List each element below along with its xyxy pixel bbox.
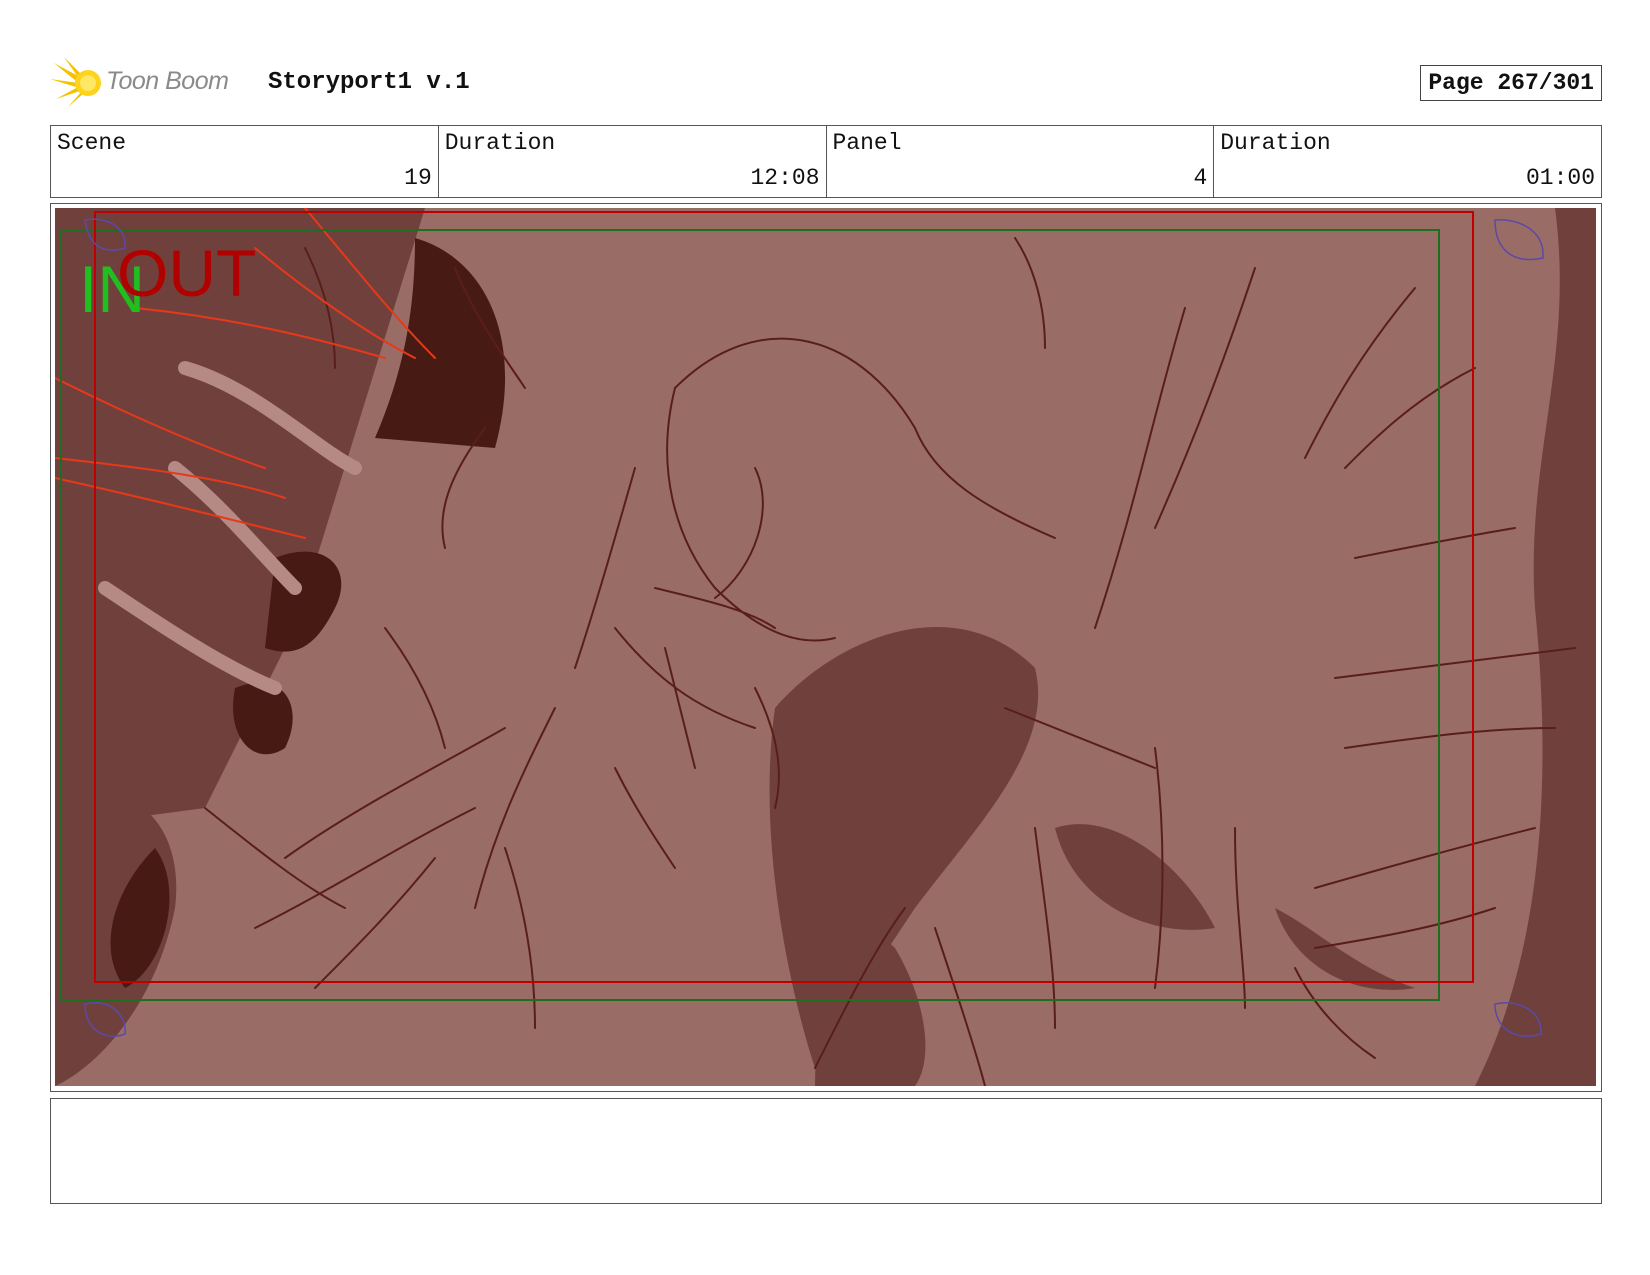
panel-info-table: Scene 19 Duration 12:08 Panel 4 Duration… [50,125,1602,198]
scene-value: 19 [404,165,432,191]
scene-duration-cell: Duration 12:08 [439,126,827,197]
panel-duration-value: 01:00 [1525,165,1595,191]
out-frame-label: OUT [117,236,257,310]
scene-duration-label: Duration [444,130,556,156]
header: Toon Boom Storyport1 v.1 Page 267/301 [50,55,1602,115]
panel-value: 4 [1193,165,1208,191]
scene-cell: Scene 19 [51,126,439,197]
starburst-icon [50,57,101,107]
panel-label: Panel [832,130,902,156]
panel-duration-label: Duration [1220,130,1331,156]
scene-label: Scene [57,130,127,156]
panel-notes-box[interactable] [50,1098,1602,1204]
logo-wordmark: Toon Boom [106,67,229,95]
toon-boom-logo: Toon Boom [50,55,250,111]
panel-drawing [55,208,1596,1086]
storyboard-panel: IN OUT [50,203,1602,1092]
scene-duration-value: 12:08 [750,165,820,191]
panel-cell: Panel 4 [827,126,1215,197]
page-indicator: Page 267/301 [1420,65,1602,101]
project-title: Storyport1 v.1 [268,69,470,96]
panel-duration-cell: Duration 01:00 [1214,126,1601,197]
